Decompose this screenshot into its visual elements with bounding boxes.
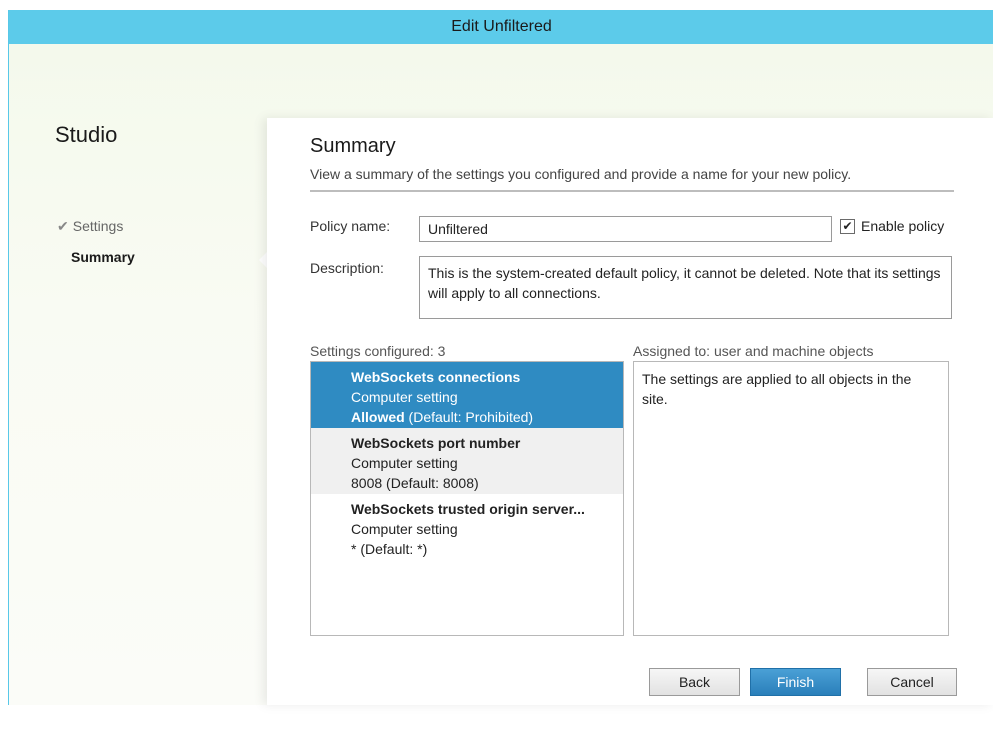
- setting-type: Computer setting: [351, 455, 458, 471]
- nav-item-summary[interactable]: Summary: [71, 249, 135, 265]
- setting-name: WebSockets port number: [351, 435, 521, 451]
- cancel-button[interactable]: Cancel: [867, 668, 957, 696]
- setting-value: Allowed (Default: Prohibited): [351, 407, 623, 427]
- list-item[interactable]: WebSockets port number Computer setting …: [311, 428, 623, 494]
- dialog-window: Edit Unfiltered Studio ✔ Settings Summary…: [8, 10, 993, 705]
- setting-value-current: Allowed: [351, 409, 405, 425]
- setting-type: Computer setting: [351, 389, 458, 405]
- content-panel: Summary View a summary of the settings y…: [267, 118, 993, 705]
- settings-list[interactable]: WebSockets connections Computer setting …: [310, 361, 624, 636]
- setting-value-default: (Default: *): [356, 541, 428, 557]
- list-item[interactable]: WebSockets trusted origin server... Comp…: [311, 494, 623, 560]
- description-textarea[interactable]: This is the system-created default polic…: [419, 256, 952, 319]
- description-label: Description:: [310, 260, 384, 276]
- setting-name: WebSockets trusted origin server...: [351, 501, 585, 517]
- assigned-to-box: The settings are applied to all objects …: [633, 361, 949, 636]
- setting-type: Computer setting: [351, 521, 458, 537]
- checkmark-icon: ✔: [57, 218, 69, 234]
- list-item[interactable]: WebSockets connections Computer setting …: [311, 362, 623, 428]
- setting-name: WebSockets connections: [351, 369, 521, 385]
- checkbox-checked-icon[interactable]: ✔: [840, 218, 855, 234]
- settings-configured-label: Settings configured: 3: [310, 343, 446, 359]
- finish-button[interactable]: Finish: [750, 668, 841, 696]
- app-name: Studio: [55, 122, 118, 147]
- setting-value-current: 8008: [351, 475, 383, 491]
- setting-value-default: (Default: Prohibited): [404, 409, 534, 425]
- wizard-nav: Studio ✔ Settings Summary: [9, 44, 267, 705]
- divider: [310, 190, 954, 192]
- back-button[interactable]: Back: [649, 668, 740, 696]
- setting-value: 8008 (Default: 8008): [351, 473, 623, 493]
- page-title: Summary: [310, 135, 396, 157]
- policy-name-input[interactable]: Unfiltered: [419, 216, 832, 242]
- assigned-to-label: Assigned to: user and machine objects: [633, 343, 874, 359]
- enable-policy-label: Enable policy: [861, 218, 945, 234]
- page-subtitle: View a summary of the settings you confi…: [310, 166, 852, 182]
- nav-item-label: Settings: [72, 218, 124, 234]
- nav-item-settings[interactable]: ✔ Settings: [57, 218, 123, 235]
- setting-value-default: (Default: 8008): [382, 475, 479, 491]
- setting-value: * (Default: *): [351, 539, 623, 559]
- policy-name-label: Policy name:: [310, 218, 391, 234]
- enable-policy-checkbox[interactable]: ✔ Enable policy: [840, 218, 944, 234]
- nav-item-label: Summary: [71, 249, 135, 265]
- window-title: Edit Unfiltered: [451, 18, 552, 35]
- title-bar[interactable]: Edit Unfiltered: [9, 10, 993, 44]
